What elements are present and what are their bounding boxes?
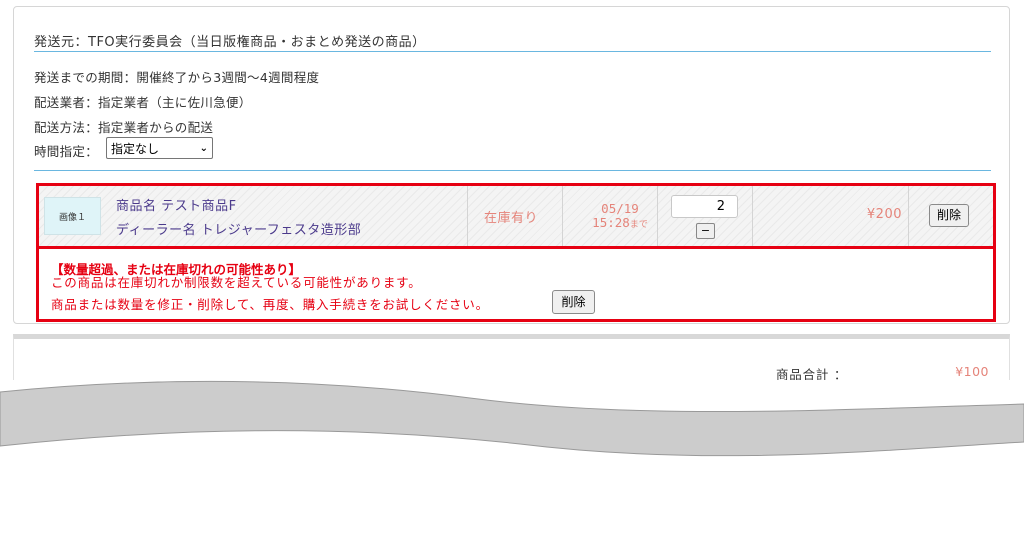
- cart-item-row: 画像１ 商品名 テスト商品F ディーラー名 トレジャーフェスタ造形部 在庫有り …: [36, 183, 996, 249]
- shipping-origin: 発送元：TFO実行委員会（当日版権商品・おまとめ発送の商品）: [34, 35, 426, 50]
- shipping-carrier: 配送業者：指定業者（主に佐川急便）: [34, 95, 252, 110]
- cell-divider: [467, 186, 468, 246]
- subtotal-value: ¥100: [955, 364, 989, 379]
- stock-status: 在庫有り: [484, 211, 539, 226]
- cell-divider: [908, 186, 909, 246]
- dealer-name[interactable]: ディーラー名 トレジャーフェスタ造形部: [116, 219, 361, 238]
- torn-edge-divider: [0, 380, 1024, 457]
- delete-item-button[interactable]: 削除: [929, 204, 969, 227]
- warning-delete-button[interactable]: 削除: [552, 290, 595, 314]
- item-price: ¥200: [866, 207, 902, 222]
- product-name[interactable]: 商品名 テスト商品F: [116, 195, 237, 214]
- quantity-input[interactable]: 2: [671, 195, 738, 218]
- stock-warning-box: 【数量超過、または在庫切れの可能性あり】 この商品は在庫切れか制限数を超えている…: [36, 249, 996, 322]
- chevron-down-icon: ⌄: [199, 142, 208, 154]
- shipping-period: 発送までの期間：開催終了から3週間〜4週間程度: [34, 70, 320, 85]
- order-deadline: 05/19 15:28まで: [574, 202, 666, 232]
- time-spec-value: 指定なし: [111, 141, 160, 156]
- thumbnail-label: 画像１: [58, 212, 86, 223]
- shipping-method: 配送方法：指定業者からの配送: [34, 120, 214, 135]
- deadline-suffix: まで: [629, 220, 648, 230]
- deadline-time: 15:28: [592, 215, 630, 230]
- time-spec-select[interactable]: 指定なし ⌄: [106, 137, 213, 159]
- time-spec-label: 時間指定：: [34, 144, 99, 159]
- divider: [34, 170, 991, 171]
- cell-divider: [562, 186, 563, 246]
- warning-instruction: 商品または数量を修正・削除して、再度、購入手続きをお試しください。: [51, 297, 489, 312]
- divider: [34, 51, 991, 52]
- cart-page: 発送元：TFO実行委員会（当日版権商品・おまとめ発送の商品） 発送までの期間：開…: [0, 0, 1024, 558]
- deadline-date: 05/19: [601, 201, 639, 216]
- product-thumbnail[interactable]: 画像１: [44, 197, 101, 235]
- cell-divider: [657, 186, 658, 246]
- shipping-group-card: 発送元：TFO実行委員会（当日版権商品・おまとめ発送の商品） 発送までの期間：開…: [13, 6, 1010, 324]
- cell-divider: [752, 186, 753, 246]
- warning-message: この商品は在庫切れか制限数を超えている可能性があります。: [51, 275, 422, 290]
- quantity-decrease-button[interactable]: −: [696, 223, 715, 239]
